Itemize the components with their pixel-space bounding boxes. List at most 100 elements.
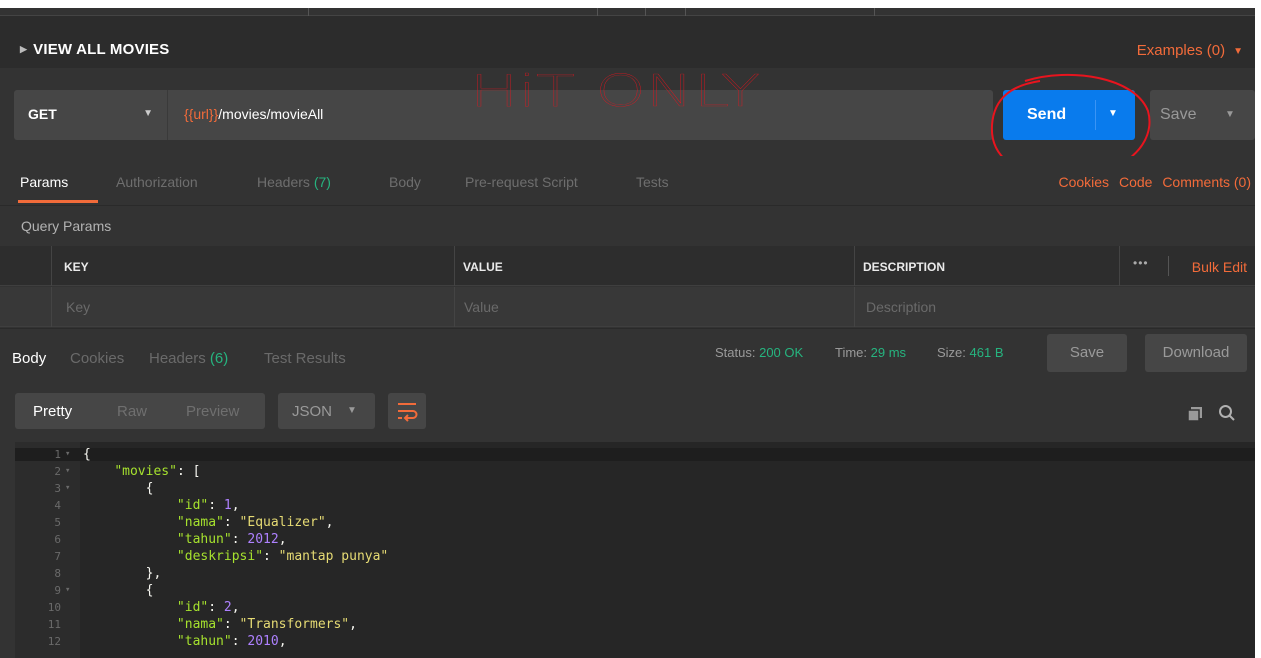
code-text: "nama": "Transformers", xyxy=(176,617,357,632)
params-table: KEY VALUE DESCRIPTION ••• Bulk Edit Key … xyxy=(0,246,1255,328)
code-text: { xyxy=(145,583,154,598)
line-number: 8 xyxy=(54,567,61,580)
response-tab-cookies[interactable]: Cookies xyxy=(70,350,124,367)
response-tabs: Body Cookies Headers (6) Test Results St… xyxy=(0,328,1255,380)
value-column-header: VALUE xyxy=(455,246,855,286)
value-input[interactable]: Value xyxy=(455,287,855,327)
save-button[interactable]: Save ▼ xyxy=(1150,90,1255,140)
format-select[interactable]: JSON ▼ xyxy=(278,393,375,429)
response-body-code[interactable]: 1 ▾ {2 ▾ "movies": [ 3 ▾ {4 "id": 1, 5 "nama":… xyxy=(15,442,1255,658)
time-readout: Time: 29 ms xyxy=(835,345,907,360)
code-line: 6 "tahun": 2012, xyxy=(15,533,1255,546)
code-text: { xyxy=(145,481,154,496)
search-icon[interactable] xyxy=(1218,404,1236,422)
line-number: 1 xyxy=(54,448,61,461)
wrap-lines-button[interactable] xyxy=(388,393,426,429)
code-text: "id": 1, xyxy=(176,498,240,513)
code-line: 4 "id": 1, xyxy=(15,499,1255,512)
description-input[interactable]: Description xyxy=(855,287,1255,327)
pretty-view-button[interactable]: Pretty xyxy=(33,403,72,420)
examples-dropdown[interactable]: Examples (0) ▼ xyxy=(1137,42,1243,59)
code-text: { xyxy=(83,447,91,462)
cookies-link[interactable]: Cookies xyxy=(1058,174,1109,190)
bulk-edit-link[interactable]: Bulk Edit xyxy=(1192,259,1247,275)
line-number: 9 xyxy=(54,584,61,597)
params-header-row: KEY VALUE DESCRIPTION ••• Bulk Edit xyxy=(0,246,1255,286)
hit-only-annotation: HiT ONLY xyxy=(470,66,760,112)
code-text: "tahun": 2010, xyxy=(176,634,287,649)
request-bar: GET ▼ {{url}}/movies/movieAll HiT ONLY S… xyxy=(0,66,1255,179)
code-line: 5 "nama": "Equalizer", xyxy=(15,516,1255,529)
caret-down-icon: ▼ xyxy=(347,405,357,416)
code-text: "deskripsi": "mantap punya" xyxy=(176,549,389,564)
code-text: }, xyxy=(145,566,162,581)
request-title[interactable]: ▶ VIEW ALL MOVIES xyxy=(20,41,169,58)
code-line: 10 "id": 2, xyxy=(15,601,1255,614)
size-readout: Size: 461 B xyxy=(937,345,1004,360)
line-number: 12 xyxy=(47,635,61,648)
code-line: 11 "nama": "Transformers", xyxy=(15,618,1255,631)
code-line: 12 "tahun": 2010, xyxy=(15,635,1255,648)
tab-headers[interactable]: Headers (7) xyxy=(257,174,331,190)
fold-arrow-icon[interactable]: ▾ xyxy=(65,465,70,478)
code-line: 8 }, xyxy=(15,567,1255,580)
params-input-row: Key Value Description xyxy=(0,287,1255,327)
method-select[interactable]: GET ▼ xyxy=(14,90,167,140)
code-text: "id": 2, xyxy=(176,600,240,615)
description-column-header: DESCRIPTION xyxy=(855,246,1120,286)
postman-window: ▶ VIEW ALL MOVIES Examples (0) ▼ GET ▼ {{u… xyxy=(0,8,1255,658)
top-strip xyxy=(0,8,1255,16)
comments-link[interactable]: Comments (0) xyxy=(1162,174,1251,190)
raw-view-button[interactable]: Raw xyxy=(117,403,147,420)
url-variable: {{url}} xyxy=(184,106,219,122)
more-options-icon[interactable]: ••• xyxy=(1133,256,1149,270)
code-link[interactable]: Code xyxy=(1119,174,1152,190)
code-line: 2 ▾ "movies": [ xyxy=(15,465,1255,478)
code-text: "movies": [ xyxy=(114,464,201,479)
save-response-button[interactable]: Save xyxy=(1047,334,1127,372)
tab-params[interactable]: Params xyxy=(20,174,68,190)
key-column-header: KEY xyxy=(52,246,455,286)
preview-view-button[interactable]: Preview xyxy=(186,403,239,420)
code-line: 3 ▾ { xyxy=(15,482,1255,495)
tab-pre-request-script[interactable]: Pre-request Script xyxy=(465,174,578,190)
line-number: 11 xyxy=(47,618,61,631)
line-number: 7 xyxy=(54,550,61,563)
response-tab-body[interactable]: Body xyxy=(12,350,46,367)
line-number: 6 xyxy=(54,533,61,546)
download-button[interactable]: Download xyxy=(1145,334,1247,372)
code-text: "tahun": 2012, xyxy=(176,532,287,547)
code-line: 1 ▾ { xyxy=(15,448,1255,461)
line-number: 5 xyxy=(54,516,61,529)
tab-tests[interactable]: Tests xyxy=(636,174,669,190)
line-number: 3 xyxy=(54,482,61,495)
code-text: "nama": "Equalizer", xyxy=(176,515,334,530)
collapse-triangle-icon[interactable]: ▶ xyxy=(20,44,27,54)
svg-text:HiT ONLY: HiT ONLY xyxy=(470,66,760,112)
body-toolbar: Pretty Raw Preview JSON ▼ xyxy=(0,380,1255,442)
line-number: 2 xyxy=(54,465,61,478)
tab-authorization[interactable]: Authorization xyxy=(116,174,198,190)
response-tab-test-results[interactable]: Test Results xyxy=(264,350,346,367)
caret-down-icon: ▼ xyxy=(1233,46,1243,57)
code-line: 7 "deskripsi": "mantap punya" xyxy=(15,550,1255,563)
tab-body[interactable]: Body xyxy=(389,174,421,190)
line-number: 10 xyxy=(47,601,61,614)
copy-icon[interactable] xyxy=(1187,406,1203,422)
key-input[interactable]: Key xyxy=(52,287,455,327)
fold-arrow-icon[interactable]: ▾ xyxy=(65,448,70,461)
fold-arrow-icon[interactable]: ▾ xyxy=(65,584,70,597)
request-tabs: Params Authorization Headers (7) Body Pr… xyxy=(0,156,1255,206)
line-number: 4 xyxy=(54,499,61,512)
view-mode-toggle: Pretty Raw Preview xyxy=(15,393,265,429)
response-tab-headers[interactable]: Headers (6) xyxy=(149,350,228,367)
query-params-header: Query Params xyxy=(0,206,1255,246)
fold-arrow-icon[interactable]: ▾ xyxy=(65,482,70,495)
status-readout: Status: 200 OK xyxy=(715,345,804,360)
url-path: /movies/movieAll xyxy=(218,106,324,122)
request-title-bar: ▶ VIEW ALL MOVIES Examples (0) ▼ xyxy=(0,16,1255,68)
caret-down-icon[interactable]: ▼ xyxy=(1225,109,1235,120)
code-line: 9 ▾ { xyxy=(15,584,1255,597)
caret-down-icon: ▼ xyxy=(143,108,153,119)
active-tab-underline xyxy=(18,200,98,203)
